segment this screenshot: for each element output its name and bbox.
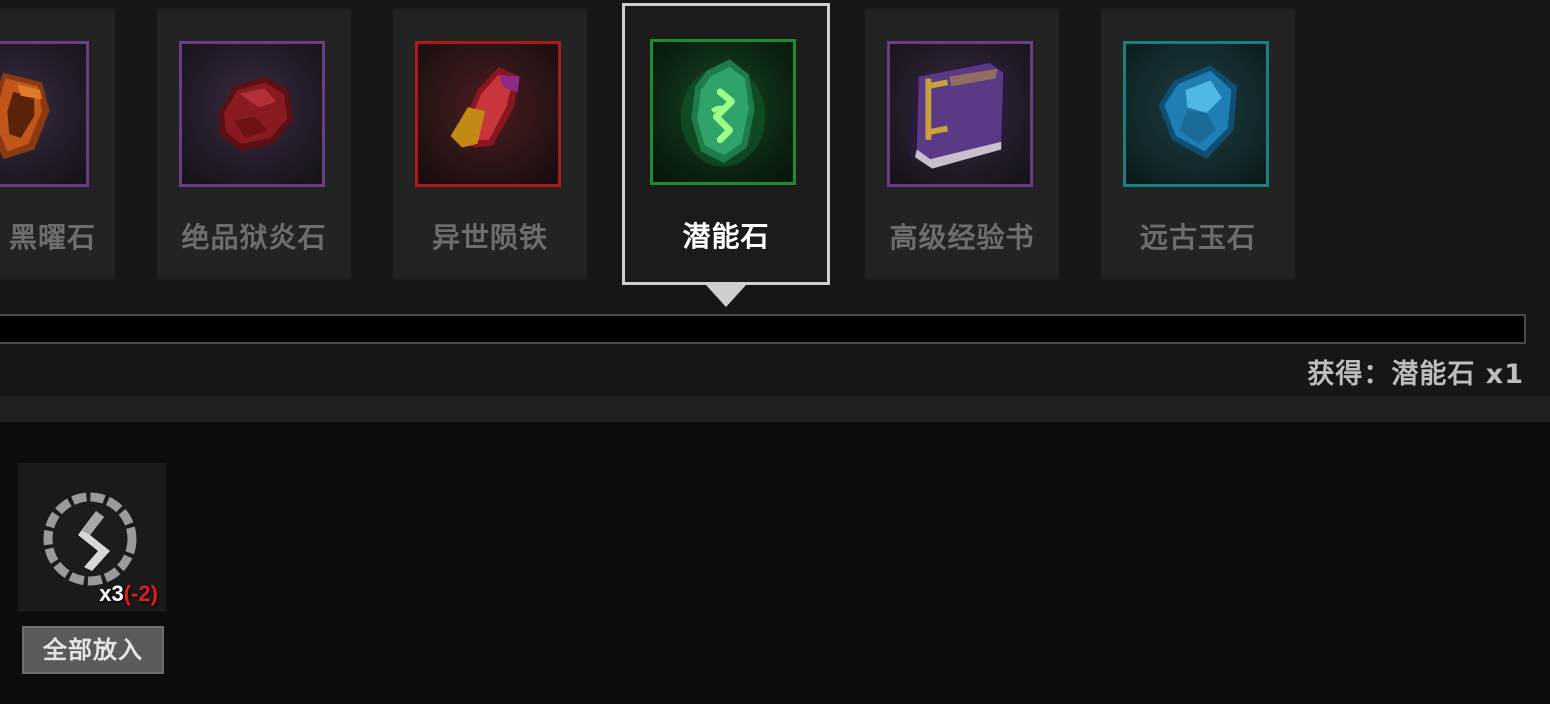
exp-book-icon: [909, 59, 1009, 169]
item-card-obsidian[interactable]: 黑曜石: [0, 8, 116, 280]
material-count: x3(-2): [99, 581, 158, 607]
item-card-hellfire-stone[interactable]: 绝品狱炎石: [156, 8, 352, 280]
item-frame: [887, 41, 1033, 187]
item-frame: [179, 41, 325, 187]
progress-bar: [0, 314, 1526, 344]
item-name: 黑曜石: [8, 221, 96, 254]
item-name: 远古玉石: [1139, 221, 1256, 254]
item-name: 绝品狱炎石: [181, 221, 327, 254]
potential-stone-icon: [680, 59, 766, 167]
obtain-text: 获得：潜能石 x1: [1307, 359, 1524, 390]
item-card-potential-stone[interactable]: 潜能石: [622, 3, 830, 285]
selection-pointer: [706, 285, 746, 307]
item-frame: [1123, 41, 1269, 187]
item-name: 高级经验书: [889, 221, 1035, 254]
item-card-exp-book[interactable]: 高级经验书: [864, 8, 1060, 280]
item-frame: [650, 39, 796, 185]
item-name: 异世陨铁: [431, 221, 548, 254]
meteorite-iron-icon: [450, 67, 520, 148]
forge-screen: 黑曜石 绝品狱炎石 异世陨铁 潜能石 高级经验书 远古玉石 获得：潜能石 x1 …: [0, 0, 1550, 704]
item-selector-strip: 黑曜石 绝品狱炎石 异世陨铁 潜能石 高级经验书 远古玉石: [0, 0, 1550, 307]
hellfire-stone-icon: [218, 76, 294, 152]
item-frame: [0, 41, 89, 187]
obsidian-icon: [0, 72, 50, 160]
ancient-jade-icon: [1158, 65, 1238, 160]
material-count-value: x3: [99, 581, 124, 606]
material-panel: [0, 422, 1550, 704]
item-card-meteorite-iron[interactable]: 异世陨铁: [392, 8, 588, 280]
item-frame: [415, 41, 561, 187]
item-card-ancient-jade[interactable]: 远古玉石: [1100, 8, 1296, 280]
section-divider: [0, 396, 1550, 422]
rune-ring-icon: [43, 492, 137, 586]
material-slot[interactable]: x3(-2): [18, 463, 166, 611]
material-count-delta: (-2): [123, 581, 158, 606]
item-name: 潜能石: [682, 220, 770, 253]
put-all-button[interactable]: 全部放入: [22, 626, 164, 674]
